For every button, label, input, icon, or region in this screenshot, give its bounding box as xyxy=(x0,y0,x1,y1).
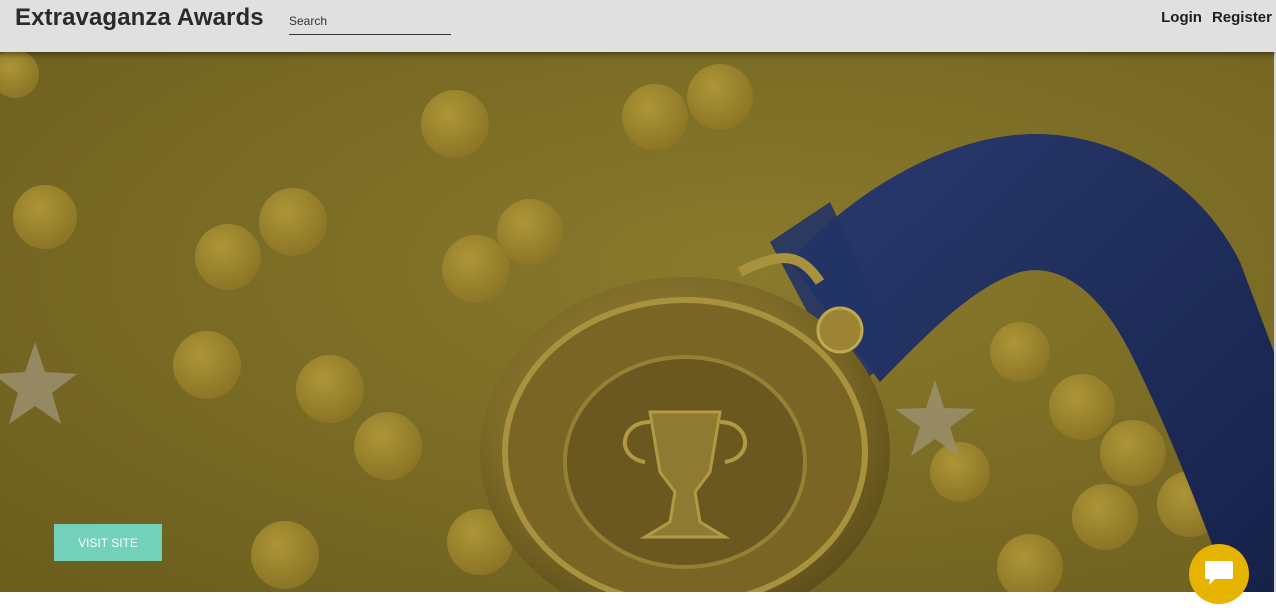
search-input[interactable] xyxy=(289,10,449,32)
hero-banner: VISIT SITE xyxy=(0,52,1274,592)
auth-links: Login Register xyxy=(1161,9,1272,26)
register-link[interactable]: Register xyxy=(1212,9,1272,26)
search-field-wrapper xyxy=(289,10,451,35)
visit-site-button[interactable]: VISIT SITE xyxy=(54,524,162,561)
chat-bubble-icon xyxy=(1205,561,1233,585)
login-link[interactable]: Login xyxy=(1161,9,1202,26)
site-brand-title[interactable]: Extravaganza Awards xyxy=(15,4,264,32)
chat-launcher-button[interactable] xyxy=(1189,544,1249,604)
top-navigation-bar: Extravaganza Awards Login Register xyxy=(0,0,1276,52)
hero-image-medal xyxy=(0,52,1274,592)
